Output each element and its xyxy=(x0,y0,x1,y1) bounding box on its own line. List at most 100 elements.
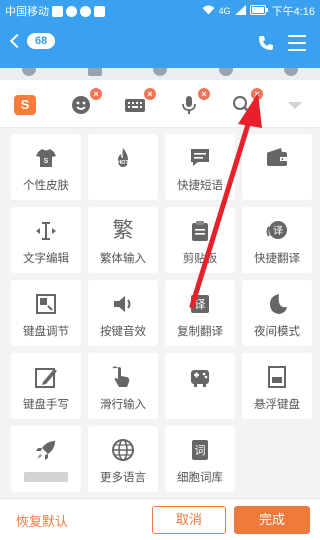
resize-icon xyxy=(34,292,58,316)
dictionary-glyph: 词 xyxy=(195,444,206,457)
translate-glyph: 译 xyxy=(195,298,206,311)
toolbar-item-voice[interactable]: × xyxy=(178,88,210,116)
floating-keyboard-icon xyxy=(265,365,289,389)
game-controller-icon xyxy=(188,365,212,389)
keyboard-toolbar: S × × × × xyxy=(0,80,320,128)
tool-skin[interactable]: S 个性皮肤 xyxy=(11,134,81,200)
tool-key-sound[interactable]: 按键音效 xyxy=(88,280,158,346)
clock: 下午4:16 xyxy=(271,6,315,18)
tool-traditional[interactable]: 繁 繁体输入 xyxy=(88,207,158,273)
tool-label: 细胞词库 xyxy=(177,472,223,484)
footer-bar: 恢复默认 取消 完成 xyxy=(0,498,320,540)
toolbar-item-emoji[interactable]: × xyxy=(70,88,102,116)
tool-label: 键盘调节 xyxy=(23,326,69,338)
battery-icon xyxy=(249,4,268,18)
moon-icon xyxy=(265,292,289,316)
back-icon xyxy=(9,33,25,49)
message-icon xyxy=(188,146,212,170)
tool-hot[interactable]: HOT xyxy=(88,134,158,200)
tool-game[interactable] xyxy=(165,353,235,419)
tool-swipe-input[interactable]: 滑行输入 xyxy=(88,353,158,419)
notification-icon xyxy=(52,5,63,17)
toolbar-item-keyboard[interactable]: × xyxy=(124,88,156,116)
network-type-label: 4G xyxy=(218,6,231,16)
globe-icon xyxy=(111,438,135,462)
tshirt-icon: S xyxy=(34,146,58,170)
translate-bubble-icon: 译 xyxy=(265,219,289,243)
tool-label: 剪贴板 xyxy=(182,253,218,265)
remove-badge-icon[interactable]: × xyxy=(198,88,210,100)
tool-label: 滑行输入 xyxy=(100,399,146,411)
cancel-button[interactable]: 取消 xyxy=(152,506,226,534)
sogou-logo-icon[interactable]: S xyxy=(14,95,36,115)
search-icon xyxy=(231,94,253,116)
tool-label: 悬浮键盘 xyxy=(254,399,300,411)
tool-more-languages[interactable]: 更多语言 xyxy=(88,426,158,492)
toolbar-item-search[interactable]: × xyxy=(231,88,263,116)
signal-icon xyxy=(234,4,246,18)
tool-floating-keyboard[interactable]: 悬浮键盘 xyxy=(242,353,312,419)
menu-icon[interactable] xyxy=(288,35,306,51)
wallet-icon xyxy=(265,146,289,170)
tool-text-edit[interactable]: 文字编辑 xyxy=(11,207,81,273)
done-button[interactable]: 完成 xyxy=(234,506,310,534)
svg-text:HOT: HOT xyxy=(117,160,129,166)
emoji-icon xyxy=(219,68,233,76)
notification-icon xyxy=(94,5,105,17)
status-bar: 中国移动 4G 下午4:16 xyxy=(0,0,320,20)
speaker-icon xyxy=(111,292,135,316)
notification-icon xyxy=(66,5,77,17)
camera-icon xyxy=(153,68,167,76)
traditional-char-icon: 繁 xyxy=(112,219,134,242)
tool-keyboard-adjust[interactable]: 键盘调节 xyxy=(11,280,81,346)
restore-default-button[interactable]: 恢复默认 xyxy=(16,511,68,530)
clipboard-icon xyxy=(188,219,212,243)
copy-translate-icon: 译 xyxy=(188,292,212,316)
chat-header: 68 xyxy=(0,20,320,68)
add-icon xyxy=(284,68,298,76)
tool-label: 复制翻译 xyxy=(177,326,223,338)
blurred-label xyxy=(24,472,68,482)
tool-cell-dictionary[interactable]: 词 细胞词库 xyxy=(165,426,235,492)
tool-label: 更多语言 xyxy=(100,472,146,484)
tool-wallet[interactable] xyxy=(242,134,312,200)
swipe-hand-icon xyxy=(111,365,135,389)
keyboard-icon xyxy=(124,94,146,116)
remove-badge-icon[interactable]: × xyxy=(90,88,102,100)
remove-badge-icon[interactable]: × xyxy=(251,88,263,100)
notification-icon xyxy=(80,5,91,17)
hot-flame-icon: HOT xyxy=(111,146,135,170)
tool-rocket[interactable] xyxy=(11,426,81,492)
tool-clipboard[interactable]: 剪贴板 xyxy=(165,207,235,273)
emoji-icon xyxy=(70,94,92,116)
tool-quick-phrase[interactable]: 快捷短语 xyxy=(165,134,235,200)
tool-night-mode[interactable]: 夜间模式 xyxy=(242,280,312,346)
tool-label: 夜间模式 xyxy=(254,326,300,338)
tool-label: 个性皮肤 xyxy=(23,180,69,192)
tool-label: 文字编辑 xyxy=(23,253,69,265)
collapse-icon[interactable] xyxy=(288,102,302,109)
cursor-icon xyxy=(34,219,58,243)
back-button[interactable]: 68 xyxy=(9,33,56,49)
pen-icon xyxy=(34,365,58,389)
translate-glyph: 译 xyxy=(273,225,283,237)
tool-label: 快捷短语 xyxy=(177,180,223,192)
toolbar-customization-panel: S 个性皮肤 HOT 快捷短语 文字编辑 繁 繁体输入 剪贴板 译 快捷翻译 键… xyxy=(0,128,320,498)
unread-count-badge: 68 xyxy=(27,33,56,49)
voice-icon xyxy=(22,68,36,76)
tool-label-redacted xyxy=(11,469,81,485)
tool-copy-translate[interactable]: 译 复制翻译 xyxy=(165,280,235,346)
tool-label: 键盘手写 xyxy=(23,399,69,411)
remove-badge-icon[interactable]: × xyxy=(144,88,156,100)
phone-icon[interactable] xyxy=(258,35,274,56)
tool-label: 繁体输入 xyxy=(100,253,146,265)
chat-function-strip xyxy=(0,68,320,80)
rocket-icon xyxy=(34,438,58,462)
dictionary-icon: 词 xyxy=(188,438,212,462)
tool-quick-translate[interactable]: 译 快捷翻译 xyxy=(242,207,312,273)
image-icon xyxy=(88,68,102,76)
tool-label: 按键音效 xyxy=(100,326,146,338)
wifi-icon xyxy=(202,5,215,18)
microphone-icon xyxy=(178,94,200,116)
tool-handwriting[interactable]: 键盘手写 xyxy=(11,353,81,419)
